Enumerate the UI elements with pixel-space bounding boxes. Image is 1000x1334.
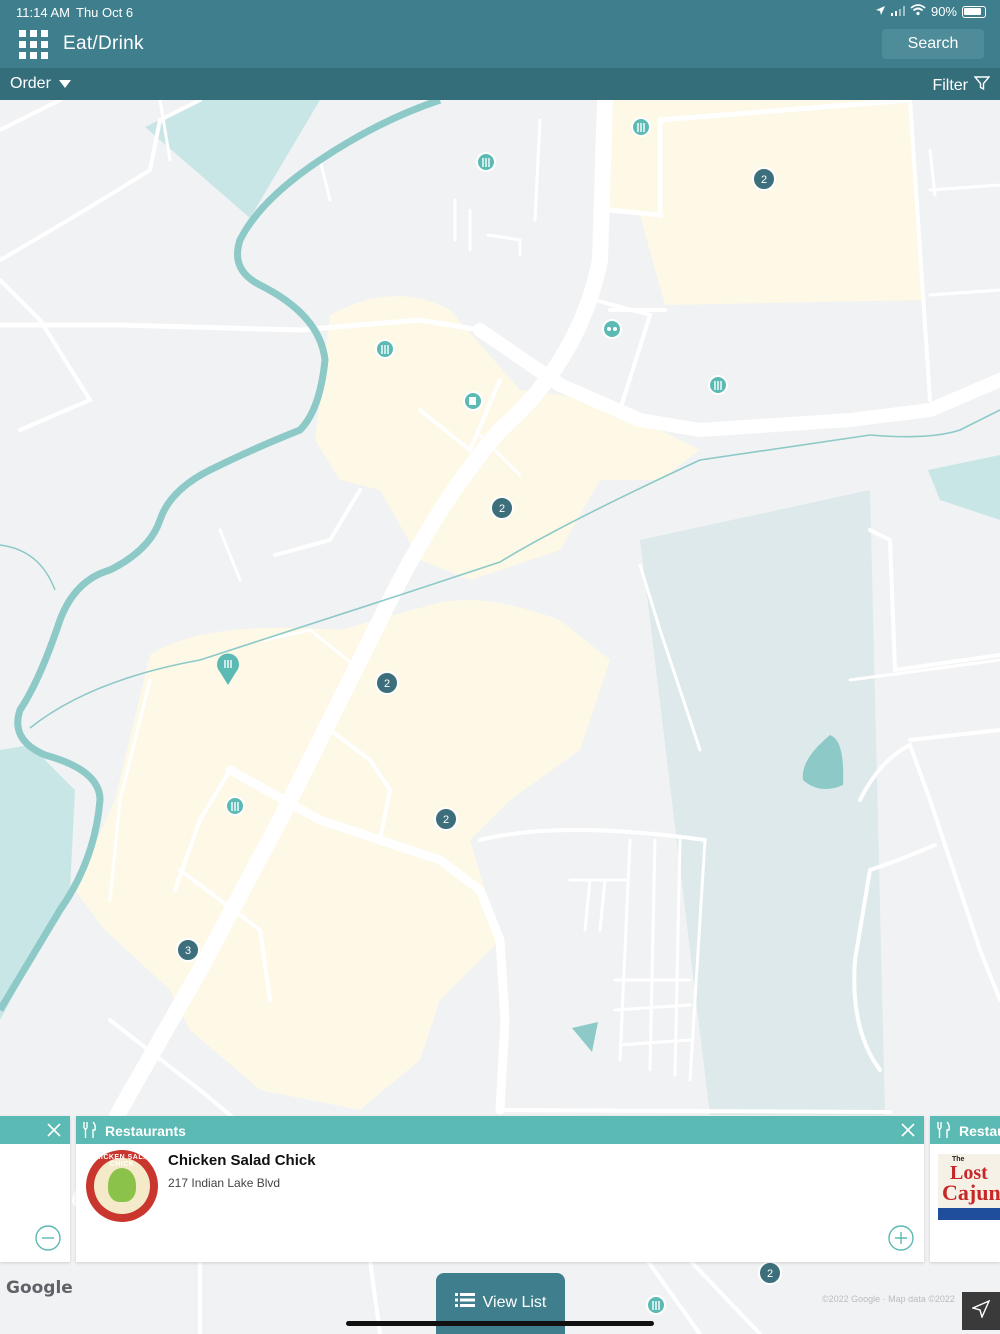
- fork-knife-icon: [936, 1121, 952, 1142]
- restaurant-logo: The Lost Cajun: [938, 1154, 1000, 1220]
- status-date: Thu Oct 6: [76, 5, 134, 20]
- card-category: Restau: [959, 1123, 1000, 1139]
- google-logo: Google: [6, 1278, 73, 1298]
- cluster-count[interactable]: 2: [767, 1268, 773, 1280]
- funnel-icon: [973, 75, 991, 96]
- cluster-count[interactable]: 3: [185, 945, 191, 957]
- place-card-previous[interactable]: [0, 1116, 70, 1262]
- list-icon: [454, 1292, 475, 1313]
- order-dropdown[interactable]: Order: [10, 75, 71, 93]
- card-header: [0, 1116, 70, 1144]
- cluster-count[interactable]: 2: [443, 814, 449, 826]
- add-button[interactable]: [888, 1225, 914, 1256]
- remove-button[interactable]: [35, 1225, 61, 1256]
- cell-signal-icon: [890, 4, 905, 19]
- filter-button[interactable]: Filter: [932, 75, 991, 96]
- place-card[interactable]: Restaurants CHICKEN SALAD CHICK Chicken …: [76, 1116, 924, 1262]
- restaurant-name[interactable]: Chicken Salad Chick: [168, 1152, 316, 1169]
- battery-icon: [962, 5, 986, 18]
- status-bar: 11:14 AM Thu Oct 6 90%: [0, 0, 1000, 24]
- app-header: 11:14 AM Thu Oct 6 90% Eat/Drink Search: [0, 0, 1000, 68]
- filter-label: Filter: [932, 76, 968, 94]
- cluster-count[interactable]: 2: [761, 174, 767, 186]
- fork-knife-icon: [82, 1121, 98, 1142]
- status-time: 11:14 AM: [16, 5, 70, 20]
- apps-grid-icon[interactable]: [19, 30, 48, 59]
- order-label: Order: [10, 75, 51, 92]
- close-icon[interactable]: [900, 1122, 916, 1141]
- view-list-label: View List: [482, 1293, 547, 1311]
- my-location-button[interactable]: [962, 1292, 1000, 1330]
- place-card-next[interactable]: Restau The Lost Cajun: [930, 1116, 1000, 1262]
- restaurant-address: 217 Indian Lake Blvd: [168, 1176, 281, 1190]
- navigation-arrow-icon: [970, 1299, 991, 1323]
- close-icon[interactable]: [46, 1122, 62, 1141]
- map-data-attribution[interactable]: ©2022 Google · Map data ©2022: [822, 1294, 955, 1304]
- card-category: Restaurants: [105, 1123, 186, 1139]
- restaurant-logo: CHICKEN SALAD CHICK: [86, 1150, 158, 1222]
- page-title: Eat/Drink: [63, 33, 144, 54]
- card-header: Restau: [930, 1116, 1000, 1144]
- battery-percent: 90%: [930, 4, 957, 19]
- search-button[interactable]: Search: [882, 29, 984, 59]
- sort-filter-bar: Order Filter: [0, 68, 1000, 100]
- status-right: 90%: [875, 4, 986, 19]
- location-arrow-icon: [875, 4, 886, 19]
- cluster-count[interactable]: 2: [384, 678, 390, 690]
- caret-down-icon: [58, 80, 71, 88]
- wifi-icon: [910, 4, 926, 19]
- card-header: Restaurants: [76, 1116, 924, 1144]
- home-indicator: [346, 1321, 654, 1326]
- cluster-count[interactable]: 2: [499, 503, 505, 515]
